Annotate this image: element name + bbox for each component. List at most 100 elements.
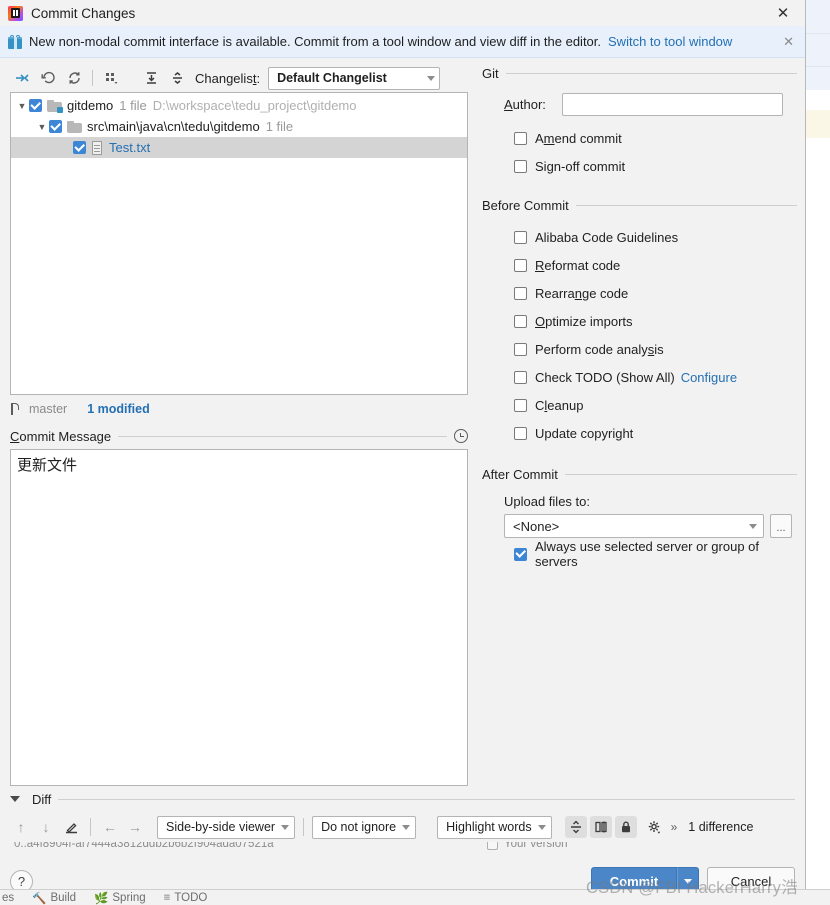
clock-icon[interactable]: [454, 429, 468, 443]
toolbar-separator: [92, 70, 93, 86]
collapse-diff-icon[interactable]: [10, 796, 20, 802]
previous-difference-icon[interactable]: ↑: [10, 816, 32, 838]
diff-section-label: Diff: [32, 791, 52, 807]
node-path: D:\workspace\tedu_project\gitdemo: [152, 98, 357, 113]
commit-message-input[interactable]: 更新文件: [10, 449, 468, 786]
ide-tab-services[interactable]: es: [2, 892, 14, 904]
whitespace-mode-value: Do not ignore: [321, 820, 397, 834]
perform-code-analysis-label: Perform code analysis: [535, 341, 664, 357]
optimize-imports-option[interactable]: Optimize imports: [482, 307, 797, 335]
dialog-body: Changelist: Default Changelist ▼ gitdemo…: [0, 58, 805, 786]
rearrange-code-checkbox[interactable]: [514, 286, 527, 300]
refresh-icon[interactable]: [62, 67, 86, 89]
your-version-label: Your version: [504, 842, 568, 850]
author-input[interactable]: [562, 93, 783, 116]
your-version-checkbox[interactable]: [487, 842, 498, 850]
diff-content-strip: 0..a4f8904f-af7444a3812ddb2b6b2f904ada07…: [0, 842, 805, 857]
node-checkbox[interactable]: [29, 99, 42, 112]
cleanup-option[interactable]: Cleanup: [482, 391, 797, 419]
branch-status-row: master 1 modified: [10, 395, 468, 423]
tree-row[interactable]: Test.txt: [11, 137, 467, 158]
branch-name: master: [29, 402, 68, 416]
amend-commit-option[interactable]: Amend commit: [482, 124, 797, 152]
check-todo-option[interactable]: Check TODO (Show All) Configure: [482, 363, 797, 391]
update-copyright-option[interactable]: Update copyright: [482, 419, 797, 447]
sign-off-commit-label: Sign-off commit: [535, 158, 626, 174]
section-rule: [58, 798, 795, 800]
reformat-code-checkbox[interactable]: [514, 258, 527, 272]
amend-commit-checkbox[interactable]: [514, 131, 527, 145]
intellij-idea-logo-icon: [8, 5, 23, 21]
chevron-down-icon: [749, 523, 757, 529]
notification-close-icon[interactable]: ✕: [778, 34, 799, 50]
group-by-icon[interactable]: [99, 67, 123, 89]
tree-row[interactable]: ▼ src\main\java\cn\tedu\gitdemo 1 file: [11, 116, 467, 137]
apply-right-icon[interactable]: →: [124, 816, 146, 838]
dialog-title: Commit Changes: [31, 5, 136, 21]
gift-icon: [8, 34, 22, 49]
optimize-imports-label: Optimize imports: [535, 313, 633, 329]
difference-count: 1 difference: [688, 820, 754, 834]
browse-servers-button[interactable]: ...: [770, 514, 792, 538]
cleanup-checkbox[interactable]: [514, 398, 527, 412]
alibaba-code-guidelines-checkbox[interactable]: [514, 230, 527, 244]
viewer-mode-combobox[interactable]: Side-by-side viewer: [157, 815, 296, 839]
close-window-button[interactable]: ✕: [761, 0, 805, 26]
sign-off-commit-option[interactable]: Sign-off commit: [482, 152, 797, 180]
synchronize-scroll-icon[interactable]: [589, 816, 612, 838]
chevron-down-icon[interactable]: ▼: [15, 101, 29, 111]
folder-icon: [67, 120, 82, 133]
module-folder-icon: [47, 99, 63, 113]
diff-toolbar: ↑ ↓ ← → Side-by-side viewer Do not ignor…: [10, 812, 795, 842]
changes-toolbar: Changelist: Default Changelist: [10, 64, 468, 92]
edit-source-icon[interactable]: [60, 816, 82, 838]
alibaba-code-guidelines-option[interactable]: Alibaba Code Guidelines: [482, 223, 797, 251]
changed-files-tree[interactable]: ▼ gitdemo 1 file D:\workspace\tedu_proje…: [10, 92, 468, 395]
perform-code-analysis-option[interactable]: Perform code analysis: [482, 335, 797, 363]
chevrons-right-icon[interactable]: »: [669, 820, 680, 834]
upload-files-row: <None> ...: [504, 514, 797, 538]
chevron-down-icon[interactable]: ▼: [35, 122, 49, 132]
rearrange-code-option[interactable]: Rearrange code: [482, 279, 797, 307]
always-use-server-checkbox[interactable]: [514, 547, 527, 561]
node-meta: 1 file: [265, 119, 294, 134]
highlight-mode-combobox[interactable]: Highlight words: [437, 815, 552, 839]
perform-code-analysis-checkbox[interactable]: [514, 342, 527, 356]
ide-tab-spring[interactable]: 🌿 Spring: [94, 891, 146, 905]
expand-all-icon[interactable]: [139, 67, 163, 89]
read-only-lock-icon[interactable]: [614, 816, 637, 838]
next-difference-icon[interactable]: ↓: [35, 816, 57, 838]
node-checkbox[interactable]: [49, 120, 62, 133]
configure-todo-link[interactable]: Configure: [681, 370, 737, 385]
switch-to-tool-window-link[interactable]: Switch to tool window: [608, 34, 732, 49]
node-checkbox[interactable]: [73, 141, 86, 154]
tree-row[interactable]: ▼ gitdemo 1 file D:\workspace\tedu_proje…: [11, 95, 467, 116]
node-label: gitdemo: [67, 98, 114, 113]
changelist-combobox[interactable]: Default Changelist: [268, 66, 441, 90]
upload-server-combobox[interactable]: <None>: [504, 514, 764, 538]
ide-tab-label: TODO: [174, 891, 208, 904]
modified-count-link[interactable]: 1 modified: [87, 402, 150, 416]
hammer-icon: 🔨: [32, 892, 47, 905]
diff-section-header: Diff: [10, 786, 795, 812]
show-diff-icon[interactable]: [10, 67, 34, 89]
ide-tab-build[interactable]: 🔨 Build: [32, 891, 76, 905]
reformat-code-option[interactable]: Reformat code: [482, 251, 797, 279]
sign-off-commit-checkbox[interactable]: [514, 159, 527, 173]
chevron-down-icon: [402, 824, 411, 830]
apply-left-icon[interactable]: ←: [99, 816, 121, 838]
ide-tab-todo[interactable]: ≡ TODO: [164, 892, 208, 904]
collapse-unchanged-icon[interactable]: [564, 816, 587, 838]
highlight-mode-value: Highlight words: [446, 820, 532, 834]
optimize-imports-checkbox[interactable]: [514, 314, 527, 328]
ide-tool-window-bar: es 🔨 Build 🌿 Spring ≡ TODO: [0, 889, 830, 905]
whitespace-mode-combobox[interactable]: Do not ignore: [312, 815, 417, 839]
collapse-all-icon[interactable]: [165, 67, 189, 89]
check-todo-label: Check TODO (Show All): [535, 369, 675, 385]
always-use-server-option[interactable]: Always use selected server or group of s…: [482, 539, 797, 569]
gear-icon[interactable]: [644, 816, 666, 838]
update-copyright-checkbox[interactable]: [514, 426, 527, 440]
after-commit-label: After Commit: [482, 467, 558, 482]
rollback-icon[interactable]: [36, 67, 60, 89]
check-todo-checkbox[interactable]: [514, 370, 527, 384]
